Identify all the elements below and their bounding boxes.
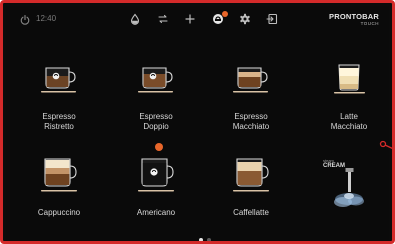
drink-label: Espresso Ristretto <box>19 112 99 131</box>
drink-label: Latte Macchiato <box>309 112 389 131</box>
drink-label-line2: Macchiato <box>232 121 270 131</box>
drink-label-line2: Doppio <box>143 121 169 131</box>
drink-label-line1: Espresso <box>139 112 173 121</box>
drink-espresso-ristretto[interactable]: Espresso Ristretto <box>19 62 99 142</box>
notification-badge <box>222 11 228 17</box>
gear-icon[interactable] <box>239 13 251 25</box>
drink-label-line1: Espresso <box>234 112 268 121</box>
drink-espresso-macchiato[interactable]: Espresso Macchiato <box>211 62 291 142</box>
drink-label-line1: Espresso <box>42 112 76 121</box>
drink-label: Americano <box>116 208 196 218</box>
selection-badge <box>155 143 163 151</box>
drink-label-line1: Americano <box>136 208 176 217</box>
brand-sub: TOUCH <box>360 20 379 26</box>
swap-icon[interactable] <box>157 13 169 25</box>
side-handle-icon[interactable] <box>379 139 395 153</box>
drink-label: Espresso Doppio <box>116 112 196 131</box>
drink-caffellatte[interactable]: Caffellatte <box>211 154 291 234</box>
clock: 12:40 <box>36 14 57 23</box>
steam-wand-icon <box>334 168 364 207</box>
top-bar: 12:40 PRONTOBAR TOUCH <box>6 6 389 32</box>
drink-label-line1: Caffellatte <box>233 208 269 217</box>
drink-latte-macchiato[interactable]: Latte Macchiato <box>309 62 389 142</box>
brand-name: PRONTOBAR <box>329 12 379 21</box>
cup-icon <box>41 158 77 192</box>
drink-cappuccino[interactable]: Cappuccino <box>19 154 99 234</box>
steam-cream-button[interactable]: steam CREAM <box>309 156 381 214</box>
plus-icon[interactable] <box>184 13 196 25</box>
drink-label-line2: Macchiato <box>330 121 368 131</box>
water-drop-icon[interactable] <box>129 13 141 25</box>
brand-logo: PRONTOBAR TOUCH <box>329 13 379 26</box>
cup-icon <box>233 158 269 192</box>
cup-icon <box>138 158 174 192</box>
coffee-machine-screen: 12:40 PRONTOBAR TOUCH Espresso Ristretto… <box>6 6 389 241</box>
drink-label: Espresso Macchiato <box>211 112 291 131</box>
drink-espresso-doppio[interactable]: Espresso Doppio <box>116 62 196 142</box>
pager-dot[interactable] <box>207 238 211 241</box>
device-frame: 12:40 PRONTOBAR TOUCH Espresso Ristretto… <box>0 0 395 244</box>
drink-label: Cappuccino <box>19 208 99 218</box>
drink-label: Caffellatte <box>211 208 291 218</box>
glass-icon <box>334 64 365 94</box>
drink-americano[interactable]: Americano <box>116 154 196 234</box>
cup-icon <box>233 67 268 93</box>
cup-icon <box>41 67 76 93</box>
drink-label-line1: Latte <box>340 112 358 121</box>
exit-icon[interactable] <box>266 13 278 25</box>
cup-icon <box>138 67 173 93</box>
drink-label-line1: Cappuccino <box>37 208 81 217</box>
pager-dot-active[interactable] <box>199 238 203 241</box>
drink-label-line2: Ristretto <box>44 121 74 131</box>
power-icon[interactable] <box>20 15 30 25</box>
